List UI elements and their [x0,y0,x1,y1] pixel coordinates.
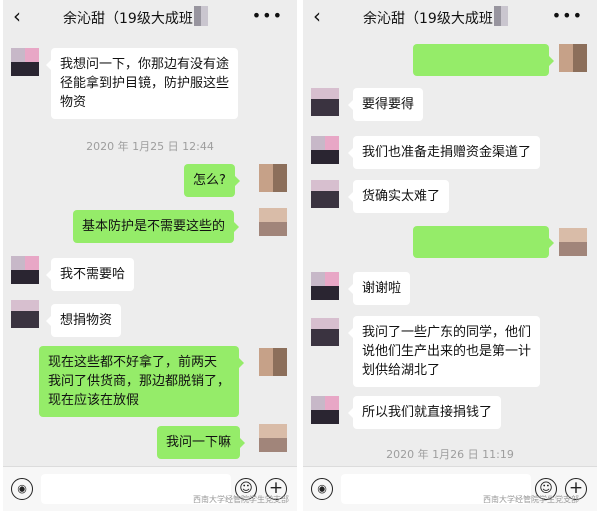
my-avatar[interactable] [559,44,587,72]
message-bubble-in: 货确实太难了 [347,180,450,213]
back-chevron-icon[interactable]: ‹ [313,4,321,28]
message-bubble-out: 现在这些都不好拿了，前两天 我问了供货商，那边都脱销了， 现在应该在放假 [39,346,245,417]
message-bubble-in: 谢谢啦 [347,272,411,305]
back-chevron-icon[interactable]: ‹ [13,4,21,28]
more-dots-icon[interactable]: ••• [252,6,283,25]
contact-avatar[interactable] [11,300,39,328]
message-bubble-in: 想捐物资 [45,304,122,337]
message-bubble-out [413,226,554,258]
my-avatar[interactable] [259,424,287,452]
contact-avatar[interactable] [311,180,339,208]
contact-avatar[interactable] [311,396,339,424]
contact-avatar[interactable] [311,88,339,116]
message-bubble-in: 我不需要哈 [45,258,135,291]
my-avatar[interactable] [259,164,287,192]
message-bubble-in: 所以我们就直接捐钱了 [347,396,502,429]
my-avatar[interactable] [559,228,587,256]
voice-icon[interactable]: ◉ [311,478,333,500]
voice-icon[interactable]: ◉ [11,478,33,500]
message-bubble-out: 我问一下嘛 [157,426,246,459]
more-dots-icon[interactable]: ••• [552,6,583,25]
contact-avatar[interactable] [311,272,339,300]
message-bubble-in: 我问了一些广东的同学，他们 说他们生产出来的也是第一计 划供给湖北了 [347,316,541,387]
timestamp: 2020 年 1月26 日 11:19 [386,448,514,461]
contact-avatar[interactable] [11,48,39,76]
contact-avatar[interactable] [11,256,39,284]
message-bubble-out: 怎么? [184,164,240,197]
message-bubble-in: 要得要得 [347,88,424,121]
chat-screen-left: ‹ 余沁甜（19级大成班 ••• 我想问一下，你那边有没有途 径能拿到护目镜，防… [3,0,297,511]
title-mosaic [494,6,508,26]
watermark: 西南大学经管院学生党支部 [193,495,289,504]
message-bubble-out [413,44,554,76]
chat-header: ‹ 余沁甜（19级大成班 ••• [303,0,597,34]
message-bubble-in: 我们也准备走捐赠资金渠道了 [347,136,541,169]
chat-header: ‹ 余沁甜（19级大成班 ••• [3,0,297,34]
my-avatar[interactable] [259,348,287,376]
chat-screen-right: ‹ 余沁甜（19级大成班 ••• 要得要得 我们也准备走捐赠资金渠道了 货确实太… [303,0,597,511]
message-bubble-in: 我想问一下，你那边有没有途 径能拿到护目镜，防护服这些 物资 [45,48,239,119]
message-bubble-out: 基本防护是不需要这些的 [73,210,240,243]
watermark: 西南大学经管院学生党支部 [483,495,579,504]
title-mosaic [194,6,208,26]
chat-title: 余沁甜（19级大成班 [363,11,493,27]
my-avatar[interactable] [259,208,287,236]
contact-avatar[interactable] [311,136,339,164]
timestamp: 2020 年 1月25 日 12:44 [86,140,214,153]
chat-title: 余沁甜（19级大成班 [63,11,193,27]
contact-avatar[interactable] [311,318,339,346]
